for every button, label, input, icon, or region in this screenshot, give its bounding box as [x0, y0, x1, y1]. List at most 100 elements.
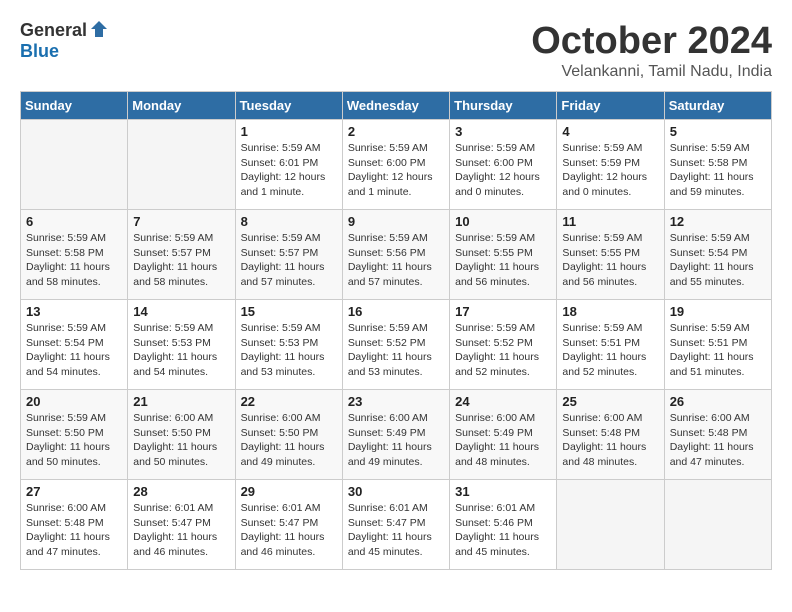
calendar-cell [557, 480, 664, 570]
day-info: Sunrise: 5:59 AM Sunset: 5:59 PM Dayligh… [562, 141, 658, 200]
calendar-cell: 29 Sunrise: 6:01 AM Sunset: 5:47 PM Dayli… [235, 480, 342, 570]
day-number: 7 [133, 214, 229, 229]
calendar-cell: 19Sunrise: 5:59 AM Sunset: 5:51 PM Dayli… [664, 300, 771, 390]
day-info: Sunrise: 6:00 AM Sunset: 5:49 PM Dayligh… [348, 411, 444, 470]
calendar-cell: 12 Sunrise: 5:59 AM Sunset: 5:54 PM Dayli… [664, 210, 771, 300]
day-number: 12 [670, 214, 766, 229]
day-info: Sunrise: 5:59 AM Sunset: 5:51 PM Dayligh… [562, 321, 658, 380]
day-info: Sunrise: 5:59 AM Sunset: 5:53 PM Dayligh… [241, 321, 337, 380]
day-info: Sunrise: 6:00 AM Sunset: 5:48 PM Dayligh… [26, 501, 122, 560]
calendar-week-5: 27 Sunrise: 6:00 AM Sunset: 5:48 PM Dayli… [21, 480, 772, 570]
day-info: Sunrise: 6:01 AM Sunset: 5:46 PM Dayligh… [455, 501, 551, 560]
column-header-wednesday: Wednesday [342, 92, 449, 120]
day-number: 26 [670, 394, 766, 409]
day-number: 28 [133, 484, 229, 499]
calendar-cell: 6 Sunrise: 5:59 AM Sunset: 5:58 PM Daylig… [21, 210, 128, 300]
calendar-cell: 24 Sunrise: 6:00 AM Sunset: 5:49 PM Dayli… [450, 390, 557, 480]
day-info: Sunrise: 6:01 AM Sunset: 5:47 PM Dayligh… [241, 501, 337, 560]
calendar-week-3: 13 Sunrise: 5:59 AM Sunset: 5:54 PM Dayli… [21, 300, 772, 390]
day-number: 22 [241, 394, 337, 409]
day-info: Sunrise: 6:00 AM Sunset: 5:49 PM Dayligh… [455, 411, 551, 470]
column-header-saturday: Saturday [664, 92, 771, 120]
day-number: 29 [241, 484, 337, 499]
calendar-cell [21, 120, 128, 210]
calendar-cell: 28Sunrise: 6:01 AM Sunset: 5:47 PM Dayli… [128, 480, 235, 570]
page-header: General Blue October 2024 Velankanni, Ta… [20, 20, 772, 81]
day-number: 2 [348, 124, 444, 139]
calendar-cell: 3 Sunrise: 5:59 AM Sunset: 6:00 PM Daylig… [450, 120, 557, 210]
day-info: Sunrise: 5:59 AM Sunset: 5:55 PM Dayligh… [562, 231, 658, 290]
calendar-cell: 11 Sunrise: 5:59 AM Sunset: 5:55 PM Dayli… [557, 210, 664, 300]
column-header-monday: Monday [128, 92, 235, 120]
calendar-cell: 25 Sunrise: 6:00 AM Sunset: 5:48 PM Dayli… [557, 390, 664, 480]
day-number: 18 [562, 304, 658, 319]
day-info: Sunrise: 5:59 AM Sunset: 5:58 PM Dayligh… [670, 141, 766, 200]
logo: General Blue [20, 20, 109, 62]
day-number: 24 [455, 394, 551, 409]
day-info: Sunrise: 6:00 AM Sunset: 5:48 PM Dayligh… [670, 411, 766, 470]
day-info: Sunrise: 5:59 AM Sunset: 6:00 PM Dayligh… [348, 141, 444, 200]
calendar-header-row: SundayMondayTuesdayWednesdayThursdayFrid… [21, 92, 772, 120]
calendar-cell: 18 Sunrise: 5:59 AM Sunset: 5:51 PM Dayli… [557, 300, 664, 390]
column-header-friday: Friday [557, 92, 664, 120]
day-info: Sunrise: 5:59 AM Sunset: 5:52 PM Dayligh… [348, 321, 444, 380]
calendar-cell: 9Sunrise: 5:59 AM Sunset: 5:56 PM Daylig… [342, 210, 449, 300]
logo-icon [89, 19, 109, 39]
day-number: 14 [133, 304, 229, 319]
calendar-cell: 27 Sunrise: 6:00 AM Sunset: 5:48 PM Dayli… [21, 480, 128, 570]
day-number: 6 [26, 214, 122, 229]
day-number: 20 [26, 394, 122, 409]
calendar-table: SundayMondayTuesdayWednesdayThursdayFrid… [20, 91, 772, 570]
title-area: October 2024 Velankanni, Tamil Nadu, Ind… [531, 20, 772, 81]
day-number: 16 [348, 304, 444, 319]
day-info: Sunrise: 6:00 AM Sunset: 5:50 PM Dayligh… [241, 411, 337, 470]
day-info: Sunrise: 5:59 AM Sunset: 5:57 PM Dayligh… [133, 231, 229, 290]
day-info: Sunrise: 5:59 AM Sunset: 5:54 PM Dayligh… [670, 231, 766, 290]
day-number: 15 [241, 304, 337, 319]
day-number: 23 [348, 394, 444, 409]
day-number: 21 [133, 394, 229, 409]
day-info: Sunrise: 5:59 AM Sunset: 5:54 PM Dayligh… [26, 321, 122, 380]
column-header-tuesday: Tuesday [235, 92, 342, 120]
column-header-thursday: Thursday [450, 92, 557, 120]
calendar-cell: 4 Sunrise: 5:59 AM Sunset: 5:59 PM Daylig… [557, 120, 664, 210]
day-number: 27 [26, 484, 122, 499]
location-title: Velankanni, Tamil Nadu, India [531, 63, 772, 81]
calendar-cell: 31 Sunrise: 6:01 AM Sunset: 5:46 PM Dayli… [450, 480, 557, 570]
logo-general-text: General [20, 20, 87, 41]
calendar-week-2: 6 Sunrise: 5:59 AM Sunset: 5:58 PM Daylig… [21, 210, 772, 300]
calendar-cell [128, 120, 235, 210]
calendar-cell: 16 Sunrise: 5:59 AM Sunset: 5:52 PM Dayli… [342, 300, 449, 390]
column-header-sunday: Sunday [21, 92, 128, 120]
day-number: 31 [455, 484, 551, 499]
day-number: 11 [562, 214, 658, 229]
day-info: Sunrise: 5:59 AM Sunset: 5:57 PM Dayligh… [241, 231, 337, 290]
day-number: 4 [562, 124, 658, 139]
day-number: 3 [455, 124, 551, 139]
calendar-cell: 8Sunrise: 5:59 AM Sunset: 5:57 PM Daylig… [235, 210, 342, 300]
day-info: Sunrise: 5:59 AM Sunset: 6:00 PM Dayligh… [455, 141, 551, 200]
month-title: October 2024 [531, 20, 772, 63]
calendar-cell: 2 Sunrise: 5:59 AM Sunset: 6:00 PM Daylig… [342, 120, 449, 210]
calendar-cell: 26 Sunrise: 6:00 AM Sunset: 5:48 PM Dayli… [664, 390, 771, 480]
day-info: Sunrise: 6:01 AM Sunset: 5:47 PM Dayligh… [348, 501, 444, 560]
day-number: 1 [241, 124, 337, 139]
day-number: 17 [455, 304, 551, 319]
calendar-cell: 23 Sunrise: 6:00 AM Sunset: 5:49 PM Dayli… [342, 390, 449, 480]
calendar-cell [664, 480, 771, 570]
day-info: Sunrise: 6:00 AM Sunset: 5:48 PM Dayligh… [562, 411, 658, 470]
day-info: Sunrise: 5:59 AM Sunset: 5:55 PM Dayligh… [455, 231, 551, 290]
day-number: 30 [348, 484, 444, 499]
day-number: 25 [562, 394, 658, 409]
day-info: Sunrise: 5:59 AM Sunset: 5:58 PM Dayligh… [26, 231, 122, 290]
calendar-cell: 20Sunrise: 5:59 AM Sunset: 5:50 PM Dayli… [21, 390, 128, 480]
day-info: Sunrise: 5:59 AM Sunset: 5:56 PM Dayligh… [348, 231, 444, 290]
day-number: 5 [670, 124, 766, 139]
day-number: 13 [26, 304, 122, 319]
calendar-cell: 17Sunrise: 5:59 AM Sunset: 5:52 PM Dayli… [450, 300, 557, 390]
day-info: Sunrise: 5:59 AM Sunset: 5:51 PM Dayligh… [670, 321, 766, 380]
calendar-cell: 21Sunrise: 6:00 AM Sunset: 5:50 PM Dayli… [128, 390, 235, 480]
calendar-cell: 30 Sunrise: 6:01 AM Sunset: 5:47 PM Dayli… [342, 480, 449, 570]
calendar-cell: 22 Sunrise: 6:00 AM Sunset: 5:50 PM Dayli… [235, 390, 342, 480]
calendar-cell: 15 Sunrise: 5:59 AM Sunset: 5:53 PM Dayli… [235, 300, 342, 390]
